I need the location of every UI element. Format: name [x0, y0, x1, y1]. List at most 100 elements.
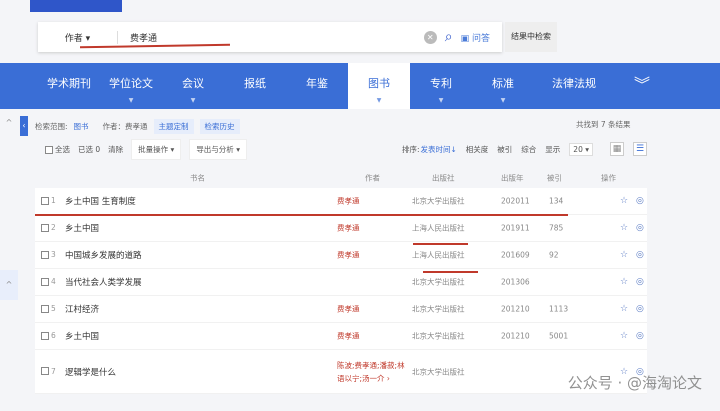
- scroll-up-icon[interactable]: ^: [0, 270, 18, 300]
- tab-standards[interactable]: 标准 ▼: [472, 63, 534, 109]
- book-publisher: 上海人民出版社: [412, 250, 465, 260]
- search-history-button[interactable]: 检索历史: [199, 119, 240, 134]
- page-size-select[interactable]: 20 ▾: [569, 142, 593, 156]
- book-title-link[interactable]: 乡土中国: [65, 222, 99, 234]
- search-input[interactable]: 费孝通: [118, 31, 424, 44]
- row-checkbox[interactable]: 1: [41, 196, 56, 206]
- expand-chevron-icon[interactable]: ︾: [614, 63, 650, 109]
- book-publisher: 上海人民出版社: [412, 223, 465, 233]
- book-title-link[interactable]: 逻辑学是什么: [65, 366, 116, 378]
- sort-date[interactable]: 发表时间↓: [421, 144, 457, 155]
- sort-relevance[interactable]: 相关度: [466, 144, 489, 155]
- sort-cited[interactable]: 被引: [497, 144, 512, 155]
- scope-value: 图书: [73, 122, 89, 131]
- table-header: 书名 作者 出版社 出版年 被引 操作: [35, 168, 647, 188]
- favorite-icon[interactable]: ☆: [620, 331, 628, 341]
- list-view-icon[interactable]: ☰: [633, 142, 647, 156]
- book-year: 201210: [501, 304, 530, 314]
- row-checkbox[interactable]: 7: [41, 367, 56, 377]
- sidebar-toggle-icon[interactable]: ‹: [20, 116, 28, 136]
- watermark: 公众号 · @海淘论文: [567, 374, 702, 392]
- cite-icon[interactable]: ◎: [636, 196, 644, 206]
- display-label: 显示: [545, 144, 561, 154]
- book-cited: 1113: [549, 304, 569, 314]
- cite-icon[interactable]: ◎: [636, 304, 644, 314]
- book-author[interactable]: 费孝通: [337, 196, 360, 207]
- tab-label: 法律法规: [552, 77, 596, 90]
- cite-icon[interactable]: ◎: [636, 223, 644, 233]
- row-checkbox[interactable]: 4: [41, 277, 56, 287]
- book-author[interactable]: 费孝通: [337, 331, 360, 342]
- cite-icon[interactable]: ◎: [636, 331, 644, 341]
- tab-newspapers[interactable]: 报纸: [224, 63, 286, 109]
- row-checkbox[interactable]: 6: [41, 331, 56, 341]
- book-author[interactable]: 陈波;费孝通;潘菽;林语以宁;汤一介 ›: [337, 359, 405, 385]
- table-row: 2 乡土中国 费孝通 上海人民出版社 201911 785 ☆ ◎: [35, 215, 647, 242]
- header-ops: 操作: [601, 173, 616, 183]
- annotation-underline: [423, 271, 478, 273]
- favorite-icon[interactable]: ☆: [620, 304, 628, 314]
- grid-view-icon[interactable]: ▦: [610, 142, 624, 156]
- book-author[interactable]: 费孝通: [337, 250, 360, 261]
- search-in-results-button[interactable]: 结果中检索: [505, 22, 557, 52]
- search-scope: 检索范围: 图书 作者：费孝通 主题定制 检索历史: [35, 119, 240, 134]
- collapse-up-icon[interactable]: ^: [0, 118, 18, 127]
- search-field-select[interactable]: 作者 ▾: [38, 30, 118, 44]
- clear-button[interactable]: 清除: [108, 144, 123, 155]
- tab-label: 专利: [430, 77, 452, 90]
- tab-conferences[interactable]: 会议 ▼: [162, 63, 224, 109]
- cite-icon[interactable]: ◎: [636, 250, 644, 260]
- tab-label: 学术期刊: [47, 77, 91, 90]
- book-publisher: 北京大学出版社: [412, 304, 465, 314]
- selected-count: 已选 0: [78, 144, 101, 154]
- row-checkbox[interactable]: 2: [41, 223, 56, 233]
- row-number: 6: [51, 331, 56, 340]
- tab-label: 报纸: [244, 77, 266, 90]
- favorite-icon[interactable]: ☆: [620, 223, 628, 233]
- book-year: 201306: [501, 277, 530, 287]
- tab-books[interactable]: 图书 ▼: [348, 63, 410, 109]
- book-title-link[interactable]: 乡土中国: [65, 330, 99, 342]
- book-title-link[interactable]: 乡土中国 生育制度: [65, 195, 136, 207]
- table-row: 3 中国城乡发展的道路 费孝通 上海人民出版社 201609 92 ☆ ◎: [35, 242, 647, 269]
- favorite-icon[interactable]: ☆: [620, 277, 628, 287]
- select-all-checkbox[interactable]: 全选: [45, 144, 70, 155]
- favorite-icon[interactable]: ☆: [620, 196, 628, 206]
- book-title-link[interactable]: 江村经济: [65, 303, 99, 315]
- tab-label: 图书: [368, 77, 390, 90]
- book-publisher: 北京大学出版社: [412, 196, 465, 206]
- tab-patents[interactable]: 专利 ▼: [410, 63, 472, 109]
- tab-yearbooks[interactable]: 年鉴: [286, 63, 348, 109]
- result-toolbar: 全选 已选 0 清除 批量操作 ▾ 导出与分析 ▾ 排序: 发表时间↓ 相关度 …: [35, 138, 647, 160]
- result-count: 共找到 7 条结果: [576, 120, 631, 129]
- clear-icon[interactable]: ✕: [423, 30, 437, 44]
- row-checkbox[interactable]: 3: [41, 250, 56, 260]
- topic-custom-button[interactable]: 主题定制: [153, 119, 194, 134]
- tab-theses[interactable]: 学位论文 ▼: [100, 63, 162, 109]
- tab-journals[interactable]: 学术期刊: [38, 63, 100, 109]
- book-title-link[interactable]: 中国城乡发展的道路: [65, 249, 142, 261]
- row-number: 1: [51, 196, 56, 205]
- sort-label: 排序:: [401, 144, 420, 154]
- export-button[interactable]: 导出与分析 ▾: [189, 138, 247, 160]
- header-year: 出版年: [501, 173, 524, 183]
- row-number: 4: [51, 277, 56, 286]
- scope-author: 作者：费孝通: [102, 122, 148, 131]
- search-icon[interactable]: ⌕: [445, 29, 453, 45]
- header-title: 书名: [190, 173, 205, 183]
- book-title-link[interactable]: 当代社会人类学发展: [65, 276, 142, 288]
- tab-label: 会议: [182, 77, 204, 90]
- header-author: 作者: [365, 173, 380, 183]
- batch-ops-button[interactable]: 批量操作 ▾: [131, 138, 182, 160]
- book-author[interactable]: 费孝通: [337, 304, 360, 315]
- table-row: 4 当代社会人类学发展 北京大学出版社 201306 ☆ ◎: [35, 269, 647, 296]
- sort-overall[interactable]: 综合: [521, 144, 536, 155]
- tab-laws[interactable]: 法律法规: [534, 63, 614, 109]
- row-checkbox[interactable]: 5: [41, 304, 56, 314]
- favorite-icon[interactable]: ☆: [620, 250, 628, 260]
- book-author[interactable]: 费孝通: [337, 223, 360, 234]
- tab-label: 标准: [492, 77, 514, 90]
- cite-icon[interactable]: ◎: [636, 277, 644, 287]
- row-number: 7: [51, 366, 56, 376]
- qa-button[interactable]: ▣ 问答: [461, 31, 490, 44]
